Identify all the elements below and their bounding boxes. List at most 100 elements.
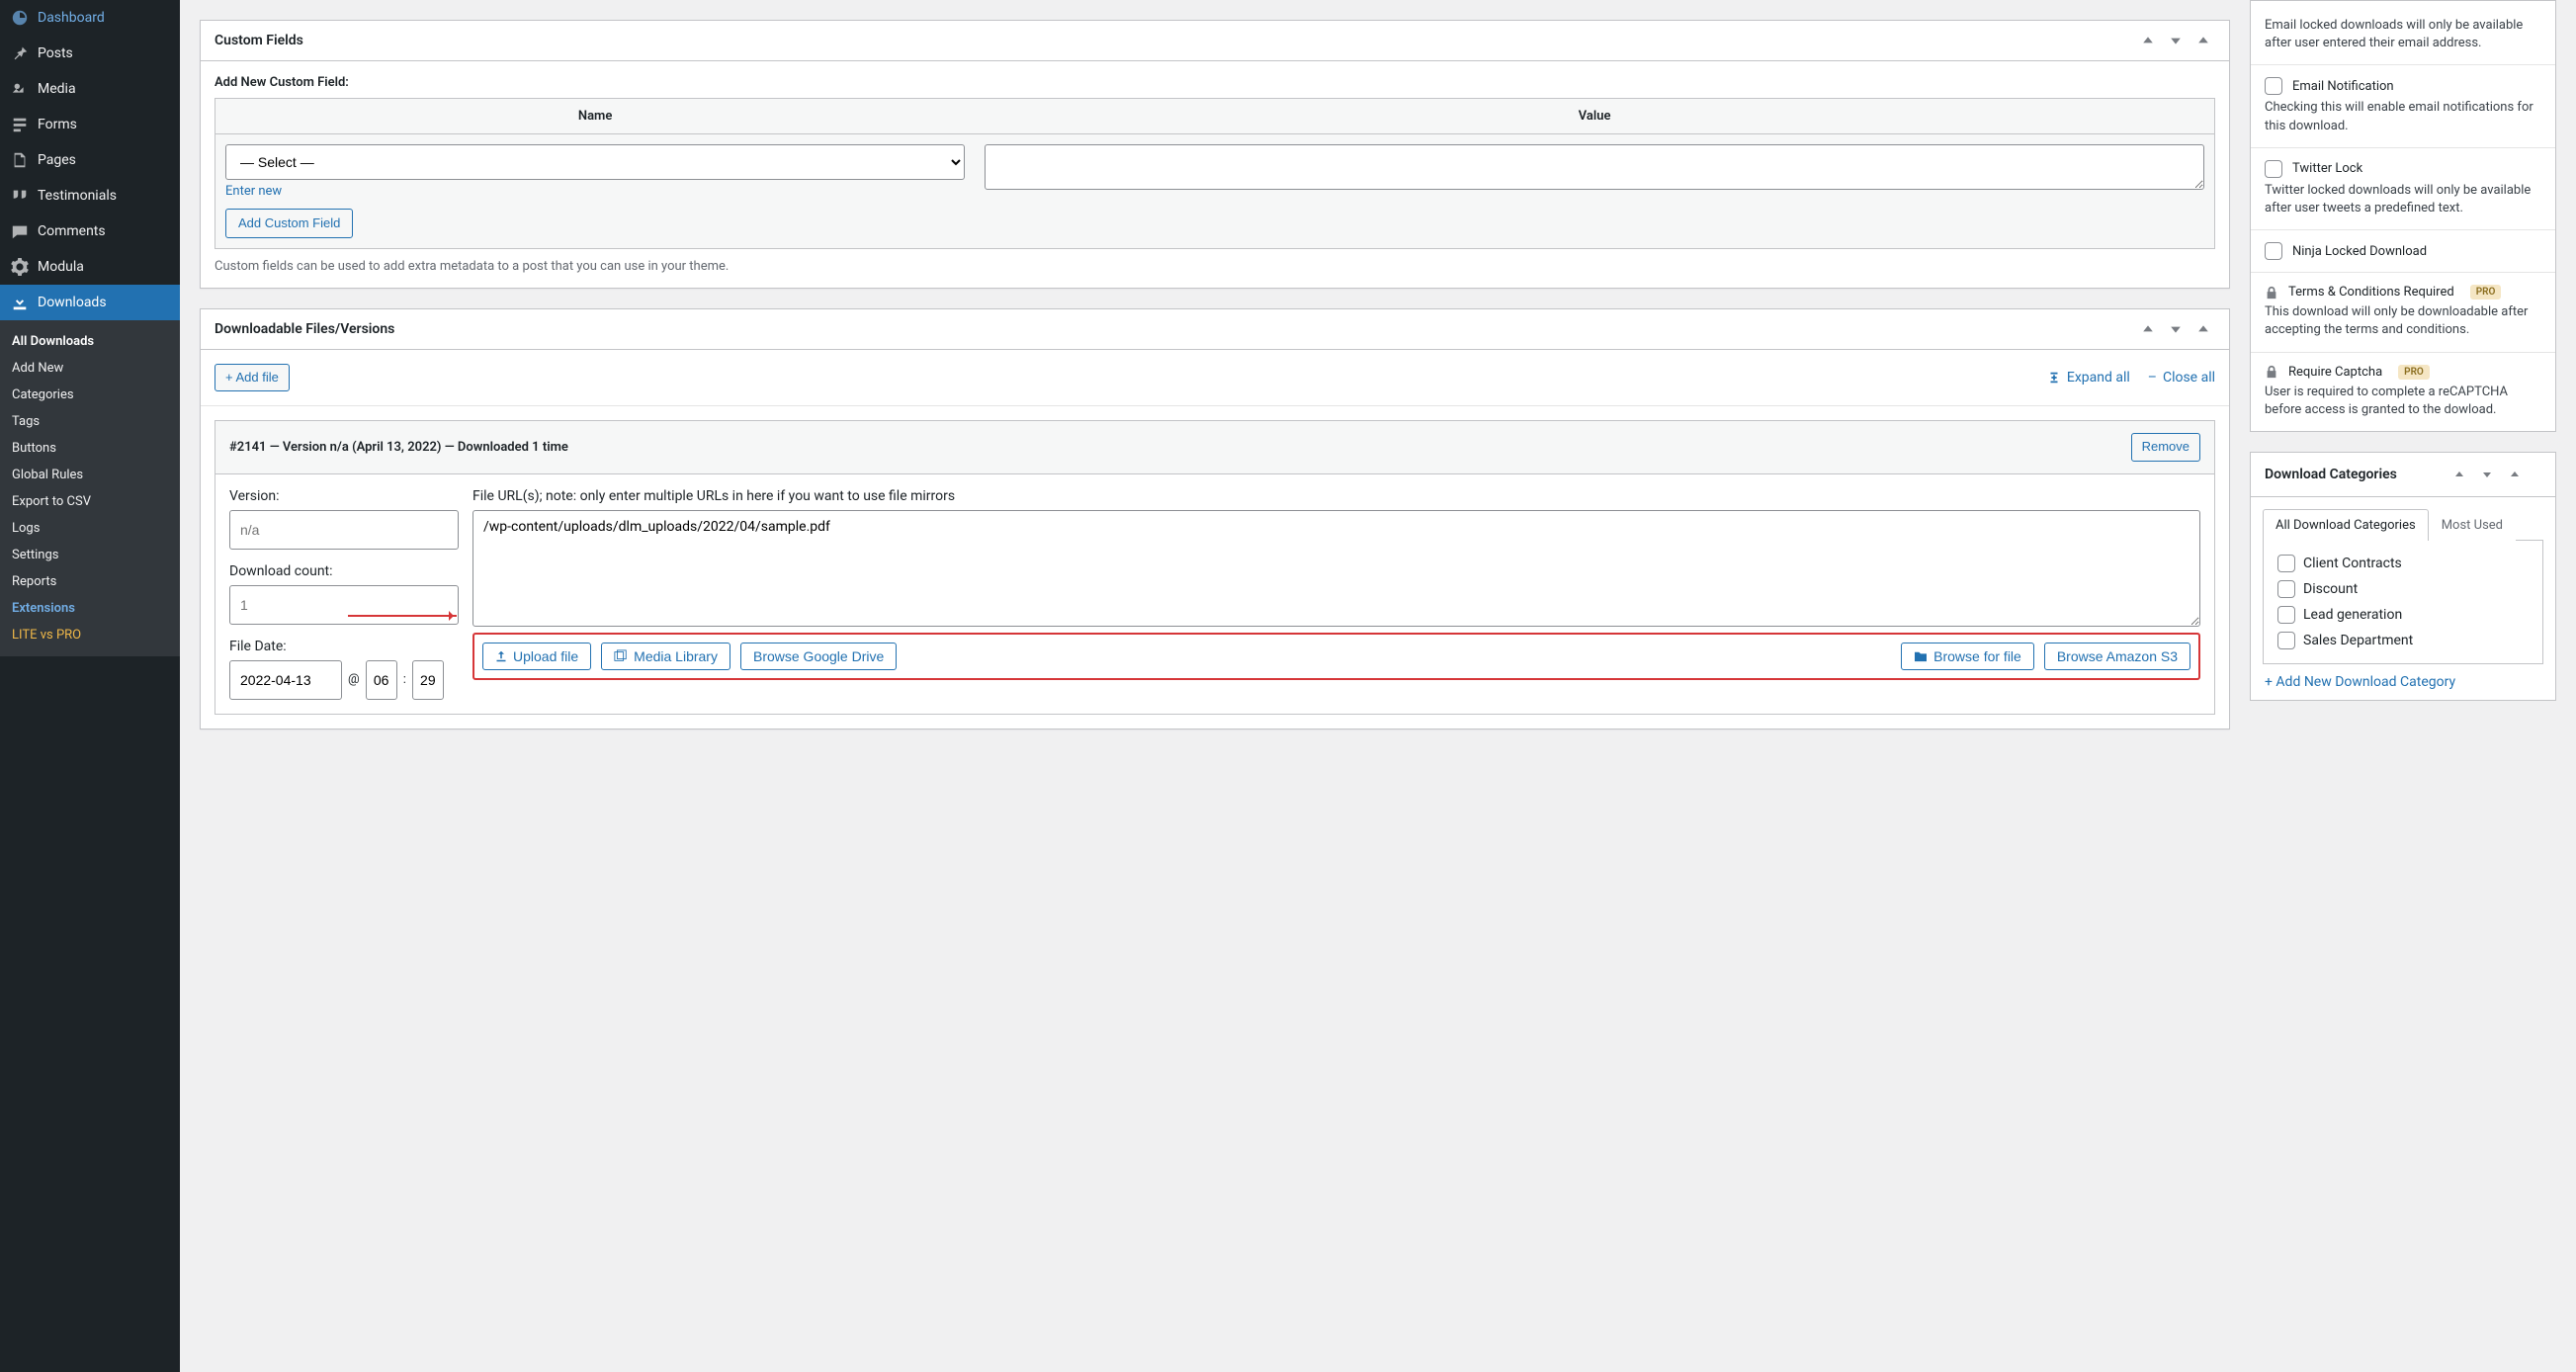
terms-label: Terms & Conditions Required	[2288, 285, 2454, 300]
category-item[interactable]: Discount	[2277, 576, 2529, 602]
category-list: Client Contracts Discount Lead generatio…	[2263, 541, 2543, 664]
file-url-label: File URL(s); note: only enter multiple U…	[472, 488, 2200, 504]
custom-fields-title: Custom Fields	[201, 21, 317, 60]
dashboard-icon	[10, 8, 30, 28]
terms-desc: This download will only be downloadable …	[2265, 303, 2541, 339]
sidebar-item-modula[interactable]: Modula	[0, 249, 180, 285]
category-item[interactable]: Lead generation	[2277, 602, 2529, 628]
at-symbol: @	[348, 672, 360, 687]
quote-icon	[10, 186, 30, 206]
submenu-settings[interactable]: Settings	[0, 542, 180, 568]
lock-icon	[2265, 286, 2278, 300]
file-date-input[interactable]	[229, 660, 342, 700]
close-all-link[interactable]: – Close all	[2148, 370, 2215, 386]
sidebar-item-forms[interactable]: Forms	[0, 107, 180, 142]
sidebar-item-media[interactable]: Media	[0, 71, 180, 107]
remove-file-button[interactable]: Remove	[2131, 433, 2200, 461]
toggle-panel-button[interactable]	[2197, 29, 2221, 52]
add-custom-field-label: Add New Custom Field:	[215, 75, 2215, 90]
twitter-lock-label: Twitter Lock	[2292, 161, 2362, 176]
submenu-export-csv[interactable]: Export to CSV	[0, 488, 180, 515]
ninja-lock-label: Ninja Locked Download	[2292, 244, 2427, 259]
time-colon: :	[403, 672, 406, 687]
sidebar-item-comments[interactable]: Comments	[0, 214, 180, 249]
sidebar-item-label: Forms	[38, 117, 77, 132]
move-up-button[interactable]	[2142, 317, 2166, 341]
downloadable-title: Downloadable Files/Versions	[201, 309, 408, 349]
add-file-button[interactable]: + Add file	[215, 364, 290, 391]
forms-icon	[10, 115, 30, 134]
sidebar-item-testimonials[interactable]: Testimonials	[0, 178, 180, 214]
collapse-icon: –	[2148, 370, 2157, 386]
download-count-input[interactable]	[229, 585, 459, 625]
enter-new-link[interactable]: Enter new	[225, 180, 282, 199]
add-custom-field-button[interactable]: Add Custom Field	[225, 209, 353, 238]
submenu-tags[interactable]: Tags	[0, 408, 180, 435]
browse-gdrive-button[interactable]: Browse Google Drive	[740, 643, 897, 670]
category-checkbox[interactable]	[2277, 555, 2295, 572]
custom-fields-box: Custom Fields Add New Custom Field: Name…	[200, 20, 2230, 289]
category-checkbox[interactable]	[2277, 606, 2295, 624]
add-new-category-link[interactable]: + Add New Download Category	[2251, 664, 2555, 700]
media-icon	[10, 79, 30, 99]
categories-title: Download Categories	[2265, 467, 2397, 482]
downloads-submenu: All Downloads Add New Categories Tags Bu…	[0, 320, 180, 656]
submenu-logs[interactable]: Logs	[0, 515, 180, 542]
submenu-all-downloads[interactable]: All Downloads	[0, 328, 180, 355]
move-down-button[interactable]	[2482, 463, 2506, 486]
category-checkbox[interactable]	[2277, 580, 2295, 598]
custom-field-value-textarea[interactable]	[985, 144, 2204, 190]
tab-all-categories[interactable]: All Download Categories	[2263, 509, 2429, 541]
arrow-annotation	[348, 615, 457, 617]
submenu-extensions[interactable]: Extensions	[0, 595, 180, 622]
browse-for-file-button[interactable]: Browse for file	[1901, 643, 2034, 670]
file-entry-title: #2141 — Version n/a (April 13, 2022) — D…	[229, 440, 568, 455]
expand-all-link[interactable]: Expand all	[2047, 370, 2130, 386]
upload-file-button[interactable]: Upload file	[482, 643, 591, 670]
move-up-button[interactable]	[2142, 29, 2166, 52]
submenu-categories[interactable]: Categories	[0, 382, 180, 408]
move-up-button[interactable]	[2454, 463, 2478, 486]
category-checkbox[interactable]	[2277, 632, 2295, 649]
sidebar-item-downloads[interactable]: Downloads	[0, 285, 180, 320]
sidebar-item-label: Pages	[38, 152, 76, 168]
file-date-label: File Date:	[229, 639, 459, 654]
email-notification-checkbox[interactable]	[2265, 77, 2282, 95]
toggle-panel-button[interactable]	[2510, 463, 2533, 486]
col-name: Name	[215, 99, 976, 134]
custom-field-name-select[interactable]: — Select —	[225, 144, 965, 180]
move-down-button[interactable]	[2170, 317, 2193, 341]
tab-most-used[interactable]: Most Used	[2429, 509, 2516, 541]
toggle-panel-button[interactable]	[2197, 317, 2221, 341]
sidebar-item-pages[interactable]: Pages	[0, 142, 180, 178]
category-item[interactable]: Client Contracts	[2277, 551, 2529, 576]
sidebar-item-posts[interactable]: Posts	[0, 36, 180, 71]
media-library-button[interactable]: Media Library	[601, 643, 730, 670]
downloadable-files-box: Downloadable Files/Versions + Add file E…	[200, 308, 2230, 729]
category-item[interactable]: Sales Department	[2277, 628, 2529, 653]
version-input[interactable]	[229, 510, 459, 550]
col-value: Value	[975, 99, 2214, 134]
submenu-add-new[interactable]: Add New	[0, 355, 180, 382]
browse-s3-button[interactable]: Browse Amazon S3	[2044, 643, 2190, 670]
twitter-lock-desc: Twitter locked downloads will only be av…	[2265, 182, 2541, 217]
move-down-button[interactable]	[2170, 29, 2193, 52]
file-minute-input[interactable]	[412, 660, 444, 700]
sidebar-item-label: Media	[38, 81, 76, 97]
submenu-global-rules[interactable]: Global Rules	[0, 462, 180, 488]
submenu-lite-vs-pro[interactable]: LITE vs PRO	[0, 622, 180, 648]
file-hour-input[interactable]	[366, 660, 397, 700]
sidebar-item-label: Downloads	[38, 295, 107, 310]
submenu-reports[interactable]: Reports	[0, 568, 180, 595]
pro-badge: PRO	[2470, 285, 2502, 300]
email-lock-desc: Email locked downloads will only be avai…	[2265, 17, 2541, 52]
lock-icon	[2265, 365, 2278, 379]
sidebar-item-dashboard[interactable]: Dashboard	[0, 0, 180, 36]
twitter-lock-checkbox[interactable]	[2265, 160, 2282, 178]
submenu-buttons[interactable]: Buttons	[0, 435, 180, 462]
file-url-textarea[interactable]	[472, 510, 2200, 627]
download-categories-box: Download Categories All Download Categor…	[2250, 452, 2556, 701]
ninja-lock-checkbox[interactable]	[2265, 242, 2282, 260]
expand-icon	[2047, 371, 2061, 385]
sidebar-item-label: Comments	[38, 223, 106, 239]
